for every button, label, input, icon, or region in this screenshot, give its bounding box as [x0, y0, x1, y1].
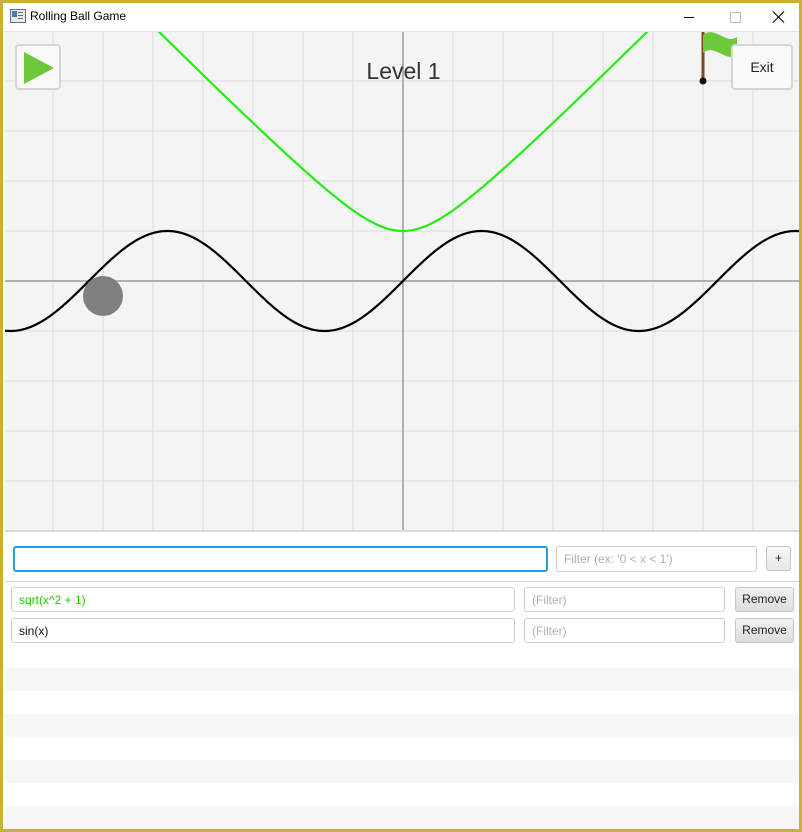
function-list: Remove Remove [5, 582, 799, 829]
function-expression-input[interactable] [11, 587, 515, 612]
close-icon [773, 11, 785, 23]
graph-canvas[interactable]: Level 1 Exit [5, 32, 799, 530]
remove-function-button[interactable]: Remove [735, 618, 794, 643]
list-stripe [5, 806, 799, 829]
function-filter-input[interactable] [524, 618, 725, 643]
filter-input[interactable] [556, 546, 757, 572]
list-stripe [5, 714, 799, 737]
function-row: Remove [5, 615, 799, 646]
level-title: Level 1 [366, 58, 441, 84]
add-function-button[interactable]: + [766, 546, 791, 571]
maximize-button[interactable] [712, 3, 758, 31]
function-expression-input[interactable] [11, 618, 515, 643]
minimize-icon [684, 17, 694, 18]
function-editor-panel: + Remove Remove [5, 530, 799, 829]
rolling-ball [83, 276, 123, 316]
minimize-button[interactable] [666, 3, 712, 31]
title-bar[interactable]: Rolling Ball Game [3, 3, 799, 32]
function-plot [5, 32, 799, 530]
app-window: Rolling Ball Game Level 1 Exit + [0, 0, 802, 832]
exit-button[interactable]: Exit [731, 44, 793, 90]
function-input[interactable] [13, 546, 548, 572]
maximize-icon [730, 12, 741, 23]
list-stripe [5, 760, 799, 783]
function-row: Remove [5, 584, 799, 615]
remove-function-button[interactable]: Remove [735, 587, 794, 612]
function-filter-input[interactable] [524, 587, 725, 612]
window-title: Rolling Ball Game [30, 9, 127, 23]
close-button[interactable] [756, 3, 799, 31]
app-window-icon [10, 9, 26, 23]
list-stripe [5, 668, 799, 691]
